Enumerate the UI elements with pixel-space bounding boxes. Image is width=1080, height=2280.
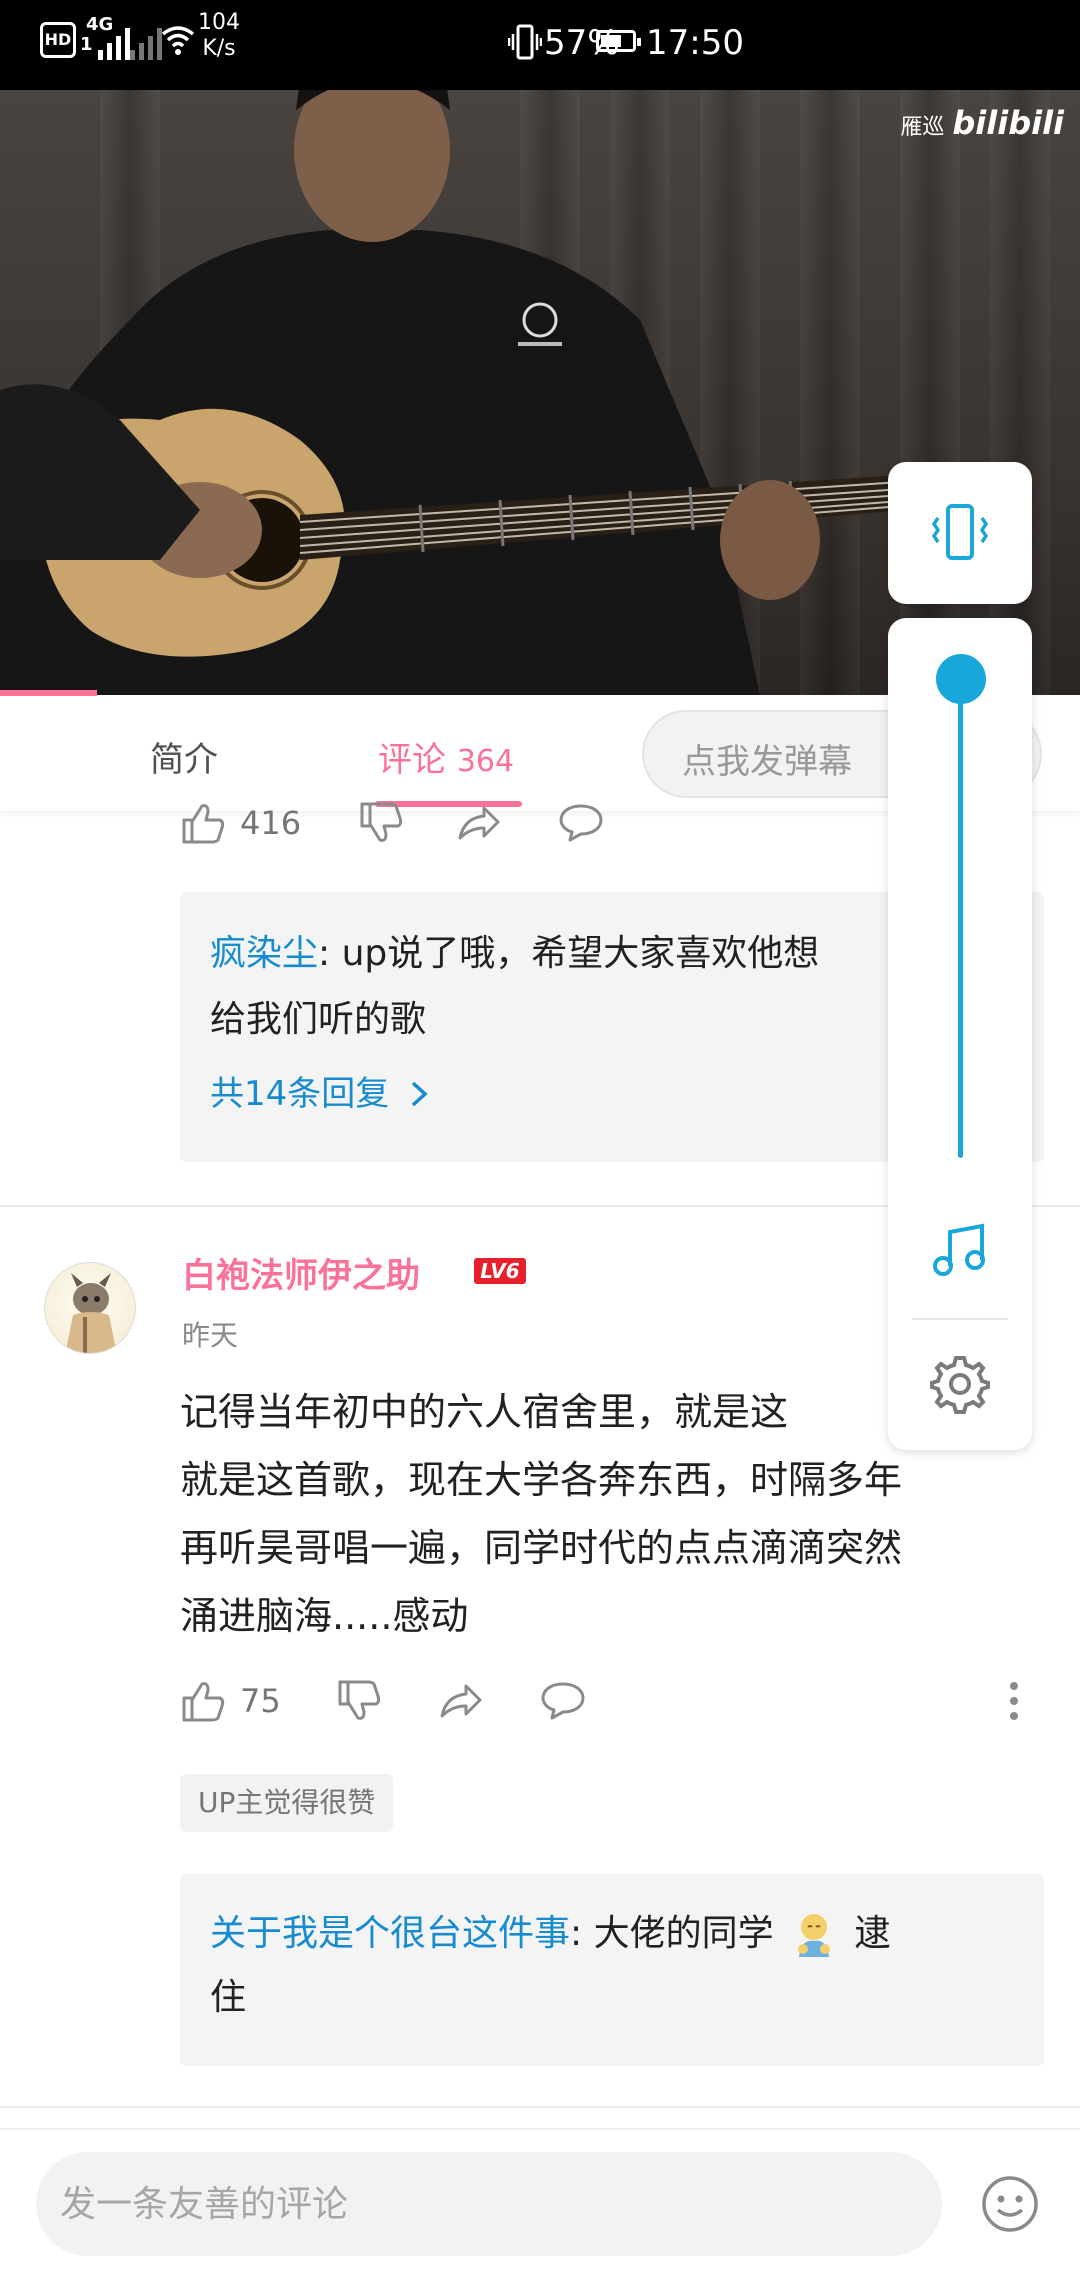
reply-icon — [541, 1682, 585, 1720]
dislike-button[interactable] — [336, 1678, 382, 1724]
chevron-right-icon — [412, 1081, 428, 1107]
reply-line-2: 给我们听的歌 — [210, 999, 427, 1040]
volume-slider-thumb[interactable] — [936, 654, 986, 704]
tab-intro[interactable]: 简介 — [150, 732, 218, 781]
signal-icon — [98, 24, 130, 60]
tab-comments-count: 364 — [456, 744, 515, 779]
share-button[interactable] — [456, 800, 502, 846]
hd-badge: HD — [40, 22, 76, 58]
sim-indicator: 1 — [80, 34, 93, 55]
network-speed: 104 K/s — [198, 10, 240, 62]
tab-comments-label: 评论 — [378, 740, 446, 780]
reply-button[interactable] — [540, 1678, 586, 1724]
like-count: 416 — [240, 804, 302, 842]
comment-line: 再听昊哥唱一遍，同学时代的点点滴滴突然 — [180, 1526, 903, 1570]
like-button[interactable]: 75 — [180, 1678, 281, 1724]
like-button[interactable]: 416 — [180, 800, 301, 846]
share-button[interactable] — [438, 1678, 484, 1724]
gear-icon[interactable] — [928, 1352, 992, 1416]
dislike-button[interactable] — [358, 800, 404, 846]
reply-preview[interactable]: 关于我是个很台这件事 : 大佬的同学 逮 住 — [180, 1874, 1044, 2066]
comment-actions: 416 — [180, 800, 680, 860]
watermark-cn: 雁巡 — [900, 115, 945, 140]
bilibili-logo: bilibili — [952, 104, 1064, 142]
emoji-sticker-icon — [798, 1914, 831, 1957]
comment-divider — [0, 2106, 1080, 2108]
clock: 17:50 — [646, 23, 744, 63]
watermark: 雁巡 bilibili — [900, 104, 1064, 142]
reply-line-2: 住 — [210, 1977, 247, 2018]
panel-divider — [912, 1318, 1008, 1320]
avatar[interactable] — [44, 1262, 136, 1354]
video-frame-performer — [0, 90, 905, 695]
music-note-icon[interactable] — [928, 1218, 992, 1282]
wifi-icon — [161, 26, 195, 55]
more-replies-link[interactable]: 共14条回复 — [210, 1062, 435, 1126]
vibrate-status-icon — [508, 24, 542, 60]
bottom-comment-bar — [0, 2128, 1080, 2280]
volume-slider-track[interactable] — [958, 678, 963, 1158]
reply-username[interactable]: 关于我是个很台这件事 — [210, 1902, 570, 1966]
video-player[interactable]: 雁巡 bilibili — [0, 90, 1080, 695]
thumb-down-icon — [360, 802, 403, 842]
danmaku-placeholder: 点我发弹幕 — [682, 742, 852, 782]
user-level-badge: LV6 — [474, 1258, 526, 1284]
comment-input[interactable] — [36, 2152, 942, 2256]
reply-username[interactable]: 疯染尘 — [210, 933, 318, 974]
share-icon — [440, 1684, 482, 1718]
network-speed-unit: K/s — [202, 36, 236, 61]
comment-line: 涌进脑海.....感动 — [180, 1594, 469, 1638]
signal-icon-sim2 — [130, 24, 162, 60]
network-speed-value: 104 — [198, 10, 240, 35]
thumb-down-icon — [338, 1680, 381, 1720]
vibrate-toggle-panel[interactable] — [888, 462, 1032, 604]
comment-actions: 75 — [180, 1678, 1060, 1738]
reply-text-1: : 大佬的同学 — [570, 1913, 786, 1954]
battery-icon — [596, 30, 641, 52]
like-count: 75 — [240, 1682, 281, 1720]
audio-settings-panel — [888, 618, 1032, 1450]
more-button[interactable] — [1004, 1678, 1024, 1724]
up-liked-badge: UP主觉得很赞 — [180, 1774, 394, 1832]
status-bar: HD 1 4G 104 K/s 57% 17:50 — [0, 0, 1080, 90]
reply-text-2: 逮 — [843, 1913, 891, 1954]
comment-username[interactable]: 白袍法师伊之助 — [182, 1248, 420, 1297]
reply-icon — [559, 804, 603, 842]
thumb-up-icon — [182, 804, 225, 844]
reply-line-1: 关于我是个很台这件事 : 大佬的同学 逮 — [210, 1902, 891, 1966]
comment-time: 昨天 — [182, 1319, 239, 1352]
reply-line-1: 疯染尘: up说了哦，希望大家喜欢他想 — [210, 922, 819, 986]
share-icon — [458, 806, 500, 840]
more-replies-label: 共14条回复 — [210, 1074, 390, 1114]
comment-line: 就是这首歌，现在大学各奔东西，时隔多年 — [180, 1458, 903, 1502]
thumb-up-icon — [182, 1682, 225, 1722]
emoji-icon[interactable] — [980, 2174, 1040, 2234]
avatar-illustration — [65, 1273, 117, 1353]
reply-text-1: : up说了哦，希望大家喜欢他想 — [318, 933, 820, 974]
reply-button[interactable] — [558, 800, 604, 846]
more-icon — [1010, 1682, 1018, 1720]
vibrate-icon[interactable] — [928, 500, 992, 564]
tab-comments[interactable]: 评论 364 — [378, 732, 514, 781]
